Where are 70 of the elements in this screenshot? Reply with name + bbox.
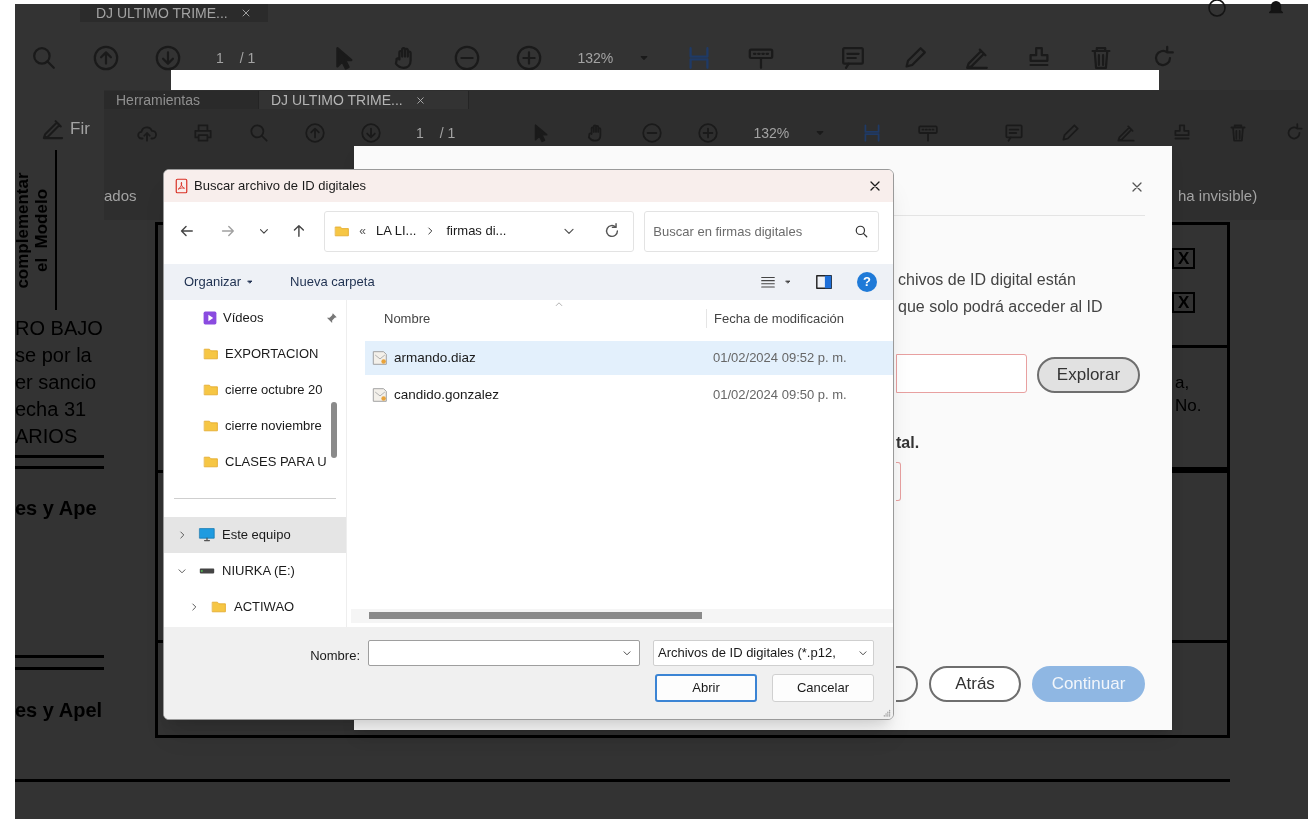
folder-icon bbox=[202, 346, 220, 362]
folder-icon bbox=[202, 418, 220, 434]
file-row[interactable]: candido.gonzalez 01/02/2024 09:50 p. m. bbox=[365, 378, 893, 412]
tree-item[interactable]: ACTIWAO bbox=[164, 589, 346, 625]
page-number[interactable]: 1 bbox=[416, 122, 424, 144]
monitor-icon bbox=[198, 527, 216, 543]
organize-menu[interactable]: Organizar bbox=[184, 272, 256, 292]
file-name: armando.diaz bbox=[394, 348, 476, 367]
scrollbar-thumb[interactable] bbox=[369, 612, 702, 619]
page-down-icon[interactable] bbox=[154, 44, 182, 72]
page-total: / 1 bbox=[239, 48, 256, 68]
browse-button[interactable]: Explorar bbox=[1037, 357, 1140, 393]
breadcrumb-overflow[interactable]: « bbox=[359, 222, 366, 240]
file-name-field[interactable] bbox=[368, 640, 640, 666]
open-button[interactable]: Abrir bbox=[655, 674, 757, 702]
new-folder-button[interactable]: Nueva carpeta bbox=[290, 272, 375, 292]
file-path-field[interactable] bbox=[896, 354, 1027, 393]
document-tab[interactable]: Herramientas bbox=[104, 91, 259, 109]
file-type-filter: Archivos de ID digitales (*.p12, bbox=[658, 644, 836, 663]
dialog-text: chivos de ID digital están bbox=[898, 270, 1077, 290]
sidebar-item[interactable]: CLASES PARA U bbox=[164, 444, 346, 480]
file-date: 01/02/2024 09:52 p. m. bbox=[713, 349, 847, 368]
page-total: / 1 bbox=[439, 123, 456, 143]
column-header[interactable]: Nombre bbox=[365, 308, 706, 328]
sidebar-item[interactable]: cierre octubre 20 bbox=[164, 372, 346, 408]
column-header[interactable]: Fecha de modificación bbox=[706, 308, 893, 328]
file-name: candido.gonzalez bbox=[394, 385, 500, 404]
button-edge[interactable] bbox=[896, 666, 918, 702]
zoom-out-icon[interactable] bbox=[453, 44, 482, 72]
pin-icon[interactable] bbox=[325, 311, 338, 325]
tree-item[interactable]: Este equipo bbox=[164, 517, 346, 553]
sign-label[interactable]: Fir bbox=[70, 116, 90, 142]
search-icon[interactable] bbox=[853, 223, 869, 239]
dialog-label: tal. bbox=[896, 433, 920, 453]
preview-pane-icon[interactable] bbox=[815, 273, 833, 291]
sidebar-item[interactable]: Vídeos bbox=[164, 300, 346, 336]
breadcrumb-item[interactable]: firmas di... bbox=[446, 221, 507, 241]
sidebar-item[interactable]: cierre noviembre bbox=[164, 408, 346, 444]
field-label: Nombre: bbox=[310, 647, 360, 665]
document-tab[interactable]: DJ ULTIMO TRIME... bbox=[259, 91, 469, 109]
certificate-file-icon bbox=[370, 386, 390, 404]
dialog-text: que solo podrá acceder al ID bbox=[898, 297, 1103, 317]
tree-item[interactable]: NIURKA (E:) bbox=[164, 553, 346, 589]
sidebar-item[interactable]: EXPORTACION bbox=[164, 336, 346, 372]
file-type-dropdown[interactable]: Archivos de ID digitales (*.p12, bbox=[653, 640, 874, 666]
folder-icon bbox=[202, 382, 220, 398]
password-field[interactable] bbox=[896, 462, 901, 501]
page-number[interactable]: 1 bbox=[216, 47, 224, 69]
zoom-level[interactable]: 132% bbox=[753, 122, 790, 144]
breadcrumb-item[interactable]: LA LI... bbox=[376, 221, 417, 241]
zoom-in-icon[interactable] bbox=[515, 44, 544, 72]
resize-grip-icon[interactable] bbox=[882, 708, 891, 717]
zoom-level[interactable]: 132% bbox=[577, 47, 614, 69]
address-bar[interactable]: « LA LI... firmas di... bbox=[324, 210, 635, 252]
folder-icon bbox=[210, 599, 228, 615]
scrollbar-thumb[interactable] bbox=[331, 402, 337, 458]
search-field[interactable]: Buscar en firmas digitales bbox=[644, 210, 879, 252]
tool-label: ha invisible) bbox=[1178, 186, 1258, 206]
file-row[interactable]: armando.diaz 01/02/2024 09:52 p. m. bbox=[365, 341, 893, 375]
document-tab[interactable]: DJ ULTIMO TRIME... bbox=[80, 4, 268, 22]
help-button[interactable]: ? bbox=[857, 272, 877, 292]
pdf-icon bbox=[174, 178, 189, 194]
folder-icon bbox=[333, 223, 352, 239]
video-icon bbox=[202, 310, 218, 326]
cancel-button[interactable]: Cancelar bbox=[772, 674, 874, 702]
tool-label: ados bbox=[104, 186, 137, 206]
window-title: Buscar archivo de ID digitales bbox=[194, 177, 367, 196]
file-date: 01/02/2024 09:50 p. m. bbox=[713, 386, 847, 405]
certificate-file-icon bbox=[370, 349, 390, 367]
back-button[interactable]: Atrás bbox=[929, 666, 1021, 702]
